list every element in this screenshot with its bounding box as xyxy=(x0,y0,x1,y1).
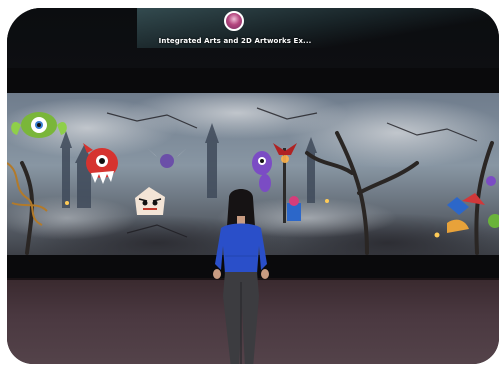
room-title: Integrated Arts and 2D Artworks Ex... xyxy=(158,37,312,45)
player-avatar xyxy=(199,186,289,364)
game-viewport[interactable] xyxy=(7,8,499,364)
host-avatar-icon[interactable] xyxy=(224,11,244,31)
